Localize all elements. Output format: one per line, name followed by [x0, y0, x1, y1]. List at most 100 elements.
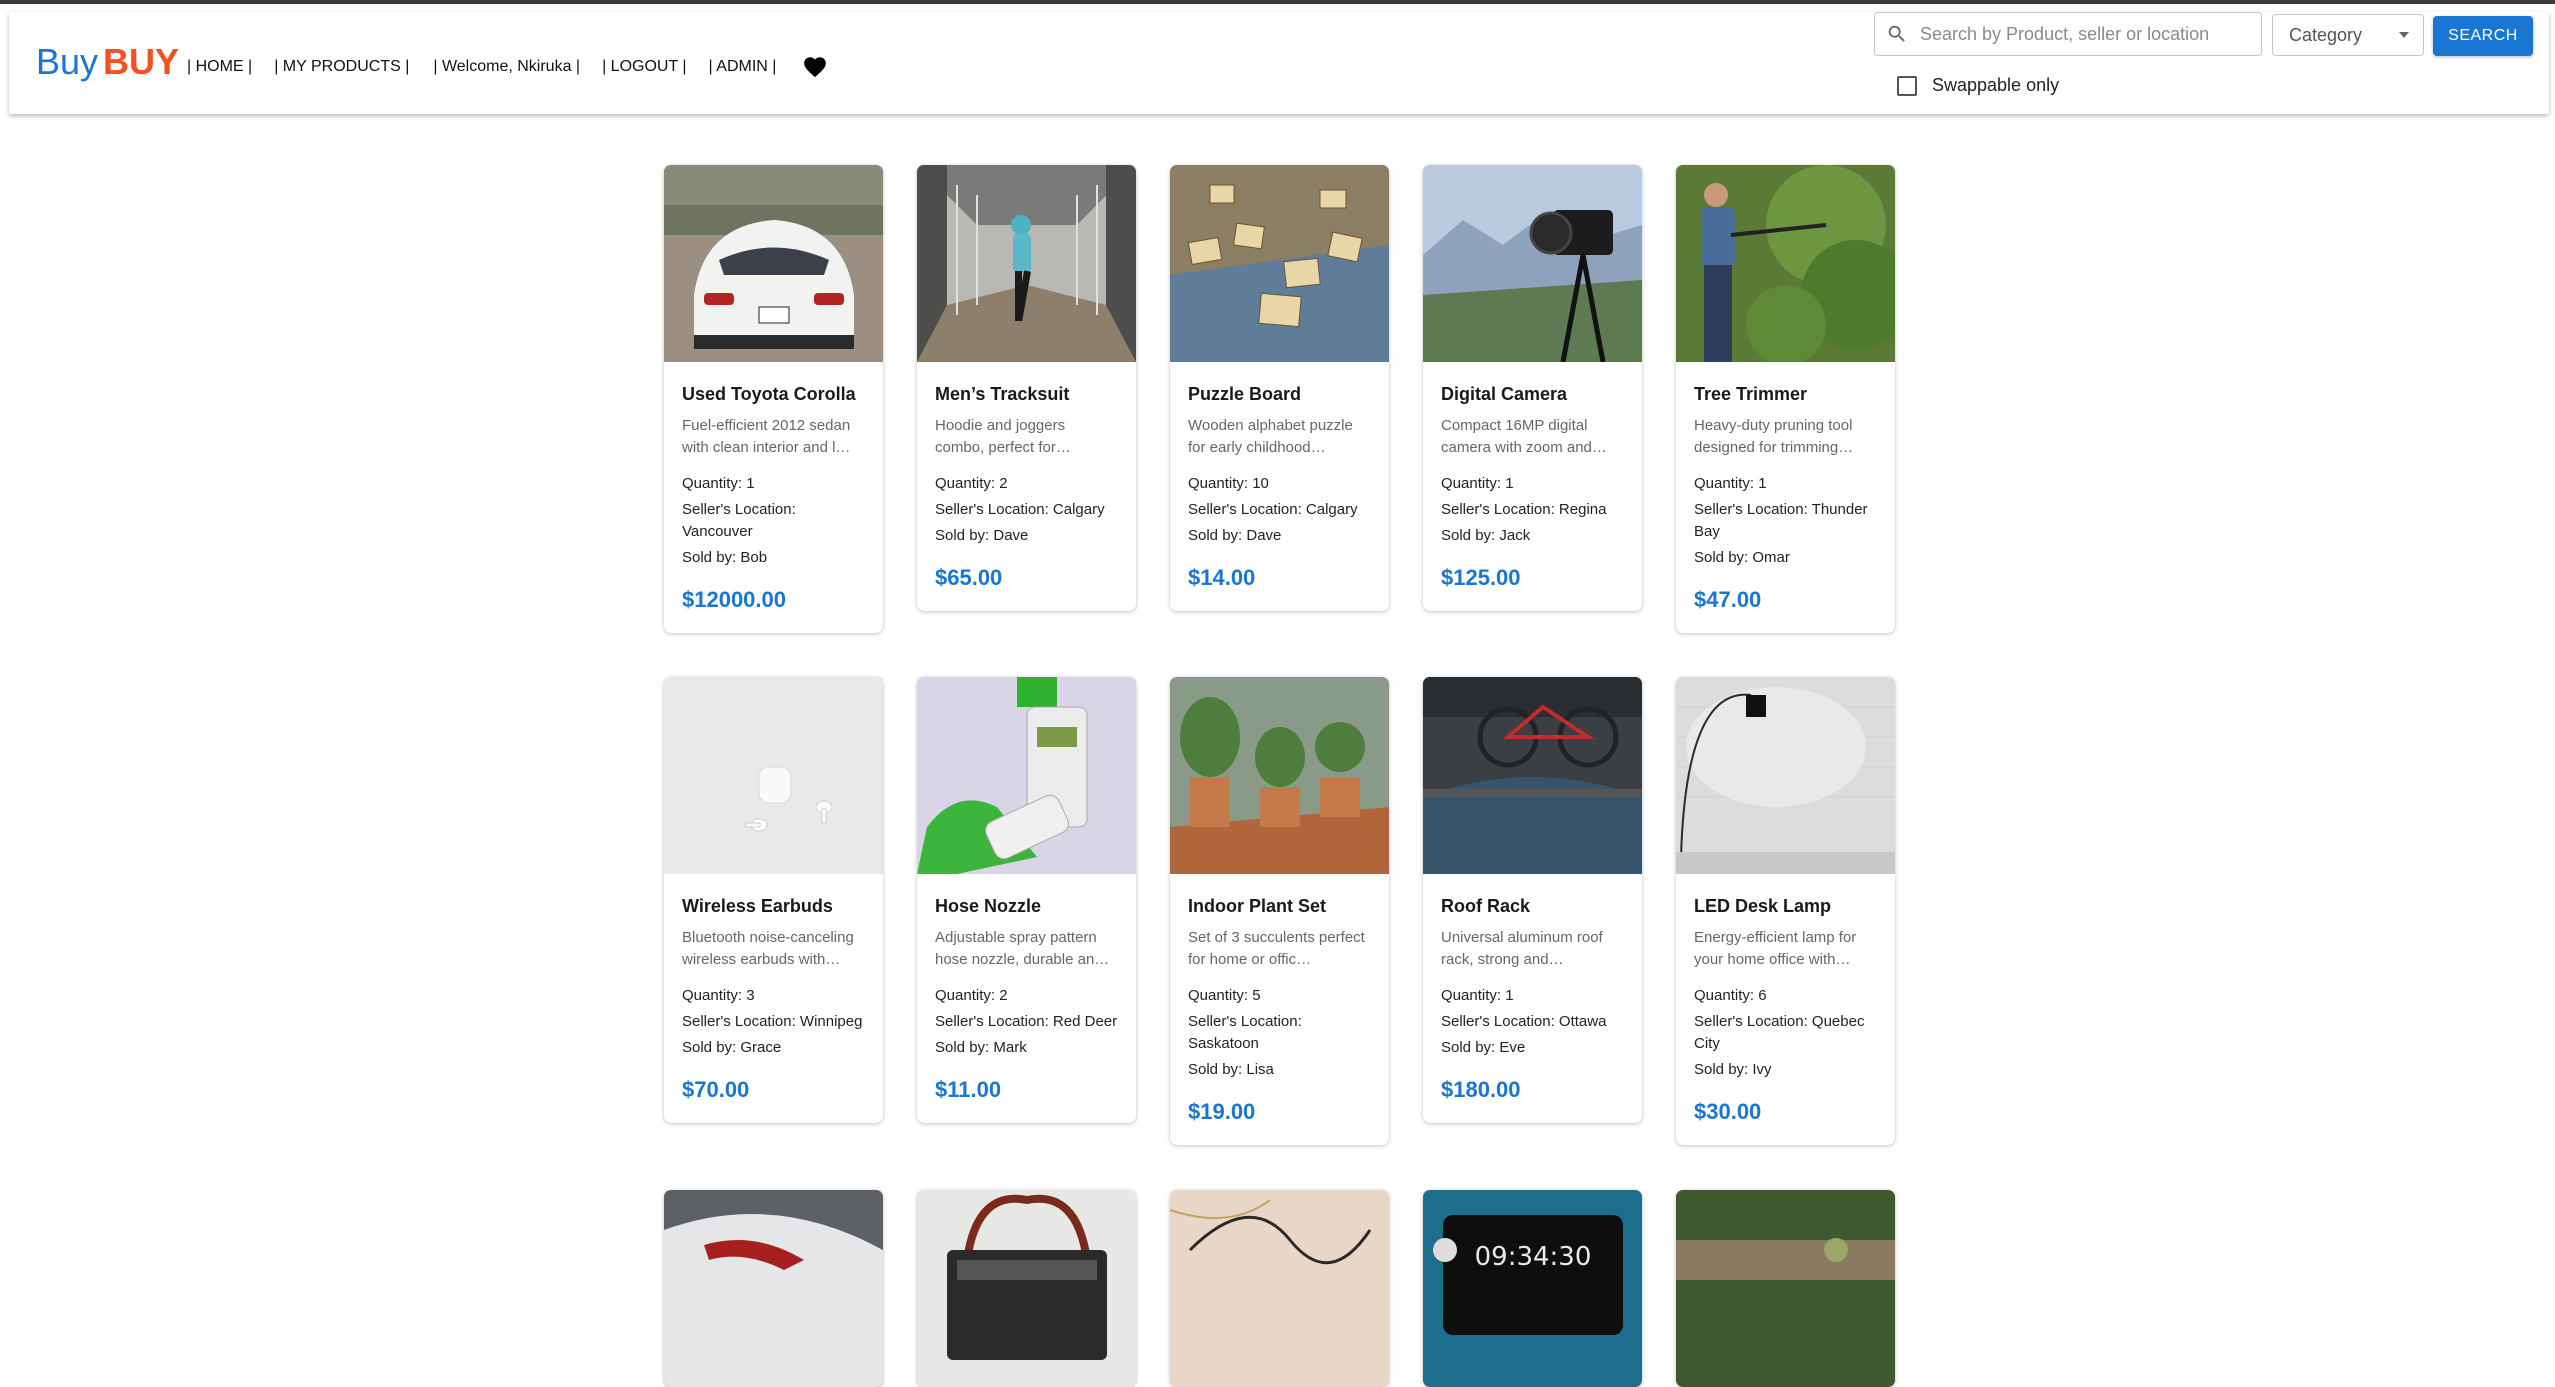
product-card[interactable]: Digital Camera Compact 16MP digital came…: [1423, 165, 1642, 611]
product-title[interactable]: Puzzle Board: [1188, 383, 1371, 405]
product-card[interactable]: Indoor Plant Set Set of 3 succulents per…: [1170, 677, 1389, 1145]
product-card[interactable]: [1676, 1190, 1895, 1387]
product-price: $65.00: [935, 565, 1003, 590]
brand-logo-part2: BUY: [103, 41, 180, 82]
product-seller: Sold by: Dave: [1188, 527, 1282, 544]
product-quantity: Quantity: 1: [682, 475, 755, 492]
favorites-heart-icon[interactable]: [802, 54, 828, 80]
product-seller: Sold by: Dave: [935, 527, 1029, 544]
search-input[interactable]: [1920, 23, 2250, 45]
lamp-photo: [1676, 677, 1895, 874]
product-card[interactable]: 09:34:30: [1423, 1190, 1642, 1387]
search-icon: [1888, 25, 1905, 42]
product-title[interactable]: Wireless Earbuds: [682, 895, 865, 917]
search-button[interactable]: SEARCH: [2433, 16, 2533, 56]
car-taillight-photo: [664, 1190, 883, 1387]
cables-photo: [1170, 1190, 1389, 1387]
product-title[interactable]: Roof Rack: [1441, 895, 1624, 917]
browser-top-edge: [0, 0, 2555, 4]
product-quantity: Quantity: 3: [682, 987, 755, 1004]
product-title[interactable]: Hose Nozzle: [935, 895, 1118, 917]
swappable-label: Swappable only: [1932, 75, 2060, 95]
product-price: $125.00: [1441, 565, 1521, 590]
product-card[interactable]: Roof Rack Universal aluminum roof rack, …: [1423, 677, 1642, 1123]
product-seller: Sold by: Ivy: [1694, 1061, 1772, 1078]
product-seller: Sold by: Bob: [682, 549, 768, 566]
product-card[interactable]: [1170, 1190, 1389, 1387]
product-location: Seller's Location: Vancouver: [682, 501, 796, 540]
product-title[interactable]: Tree Trimmer: [1694, 383, 1877, 405]
chevron-down-icon: [2399, 32, 2409, 38]
product-location: Seller's Location: Calgary: [935, 501, 1105, 518]
product-card[interactable]: Hose Nozzle Adjustable spray pattern hos…: [917, 677, 1136, 1123]
nav-logout[interactable]: | LOGOUT |: [602, 58, 686, 76]
product-title[interactable]: Indoor Plant Set: [1188, 895, 1371, 917]
product-location: Seller's Location: Winnipeg: [682, 1013, 863, 1030]
garden-photo: [1676, 1190, 1895, 1387]
car-photo: [664, 165, 883, 362]
product-description: Hoodie and joggers combo, perfect for…: [935, 417, 1071, 456]
product-title[interactable]: Digital Camera: [1441, 383, 1624, 405]
product-description: Heavy-duty pruning tool designed for tri…: [1694, 417, 1854, 456]
product-quantity: Quantity: 1: [1694, 475, 1767, 492]
product-card[interactable]: Wireless Earbuds Bluetooth noise-canceli…: [664, 677, 883, 1123]
radio-photo: [917, 1190, 1136, 1387]
product-description: Wooden alphabet puzzle for early childho…: [1188, 417, 1353, 456]
product-seller: Sold by: Mark: [935, 1039, 1027, 1056]
product-card[interactable]: Used Toyota Corolla Fuel-efficient 2012 …: [664, 165, 883, 633]
product-price: $180.00: [1441, 1077, 1521, 1102]
product-price: $70.00: [682, 1077, 750, 1102]
product-price: $12000.00: [682, 587, 786, 612]
product-quantity: Quantity: 2: [935, 987, 1008, 1004]
product-location: Seller's Location: Quebec City: [1694, 1013, 1865, 1052]
product-location: Seller's Location: Ottawa: [1441, 1013, 1607, 1030]
nav-home[interactable]: | HOME |: [187, 58, 252, 76]
product-description: Universal aluminum roof rack, strong and…: [1441, 929, 1603, 968]
product-title[interactable]: LED Desk Lamp: [1694, 895, 1877, 917]
product-card[interactable]: Men’s Tracksuit Hoodie and joggers combo…: [917, 165, 1136, 611]
product-card[interactable]: Tree Trimmer Heavy-duty pruning tool des…: [1676, 165, 1895, 633]
plants-photo: [1170, 677, 1389, 874]
product-seller: Sold by: Omar: [1694, 549, 1790, 566]
nozzle-photo: [917, 677, 1136, 874]
category-select-label: Category: [2289, 24, 2363, 45]
product-location: Seller's Location: Saskatoon: [1188, 1013, 1302, 1052]
product-card[interactable]: [917, 1190, 1136, 1387]
nav-my-products[interactable]: | MY PRODUCTS |: [274, 58, 409, 76]
product-price: $30.00: [1694, 1099, 1762, 1124]
product-price: $11.00: [935, 1077, 1002, 1102]
product-quantity: Quantity: 6: [1694, 987, 1767, 1004]
product-seller: Sold by: Grace: [682, 1039, 782, 1056]
tracksuit-photo: [917, 165, 1136, 362]
swappable-checkbox[interactable]: [1897, 75, 1917, 96]
product-quantity: Quantity: 1: [1441, 987, 1514, 1004]
swappable-only-toggle[interactable]: Swappable only: [1897, 75, 2059, 96]
search-field[interactable]: [1874, 12, 2262, 56]
product-card[interactable]: LED Desk Lamp Energy-efficient lamp for …: [1676, 677, 1895, 1145]
roofrack-photo: [1423, 677, 1642, 874]
product-location: Seller's Location: Thunder Bay: [1694, 501, 1868, 540]
product-price: $47.00: [1694, 587, 1762, 612]
product-quantity: Quantity: 5: [1188, 987, 1261, 1004]
product-description: Bluetooth noise-canceling wireless earbu…: [682, 929, 854, 968]
nav-admin[interactable]: | ADMIN |: [709, 58, 777, 76]
product-title[interactable]: Used Toyota Corolla: [682, 383, 865, 405]
product-seller: Sold by: Eve: [1441, 1039, 1526, 1056]
product-title[interactable]: Men’s Tracksuit: [935, 383, 1118, 405]
product-card[interactable]: Puzzle Board Wooden alphabet puzzle for …: [1170, 165, 1389, 611]
trimmer-photo: [1676, 165, 1895, 362]
main-nav: | HOME | | MY PRODUCTS | | Welcome, Nkir…: [187, 54, 828, 80]
brand-logo[interactable]: Buy BUY: [36, 42, 179, 82]
product-card[interactable]: [664, 1190, 883, 1387]
brand-logo-part1: Buy: [36, 41, 99, 82]
camera-photo: [1423, 165, 1642, 362]
product-price: $19.00: [1188, 1099, 1256, 1124]
site-header: Buy BUY | HOME | | MY PRODUCTS | | Welcom…: [9, 12, 2549, 114]
product-quantity: Quantity: 2: [935, 475, 1008, 492]
product-description: Adjustable spray pattern hose nozzle, du…: [935, 929, 1110, 968]
product-location: Seller's Location: Red Deer: [935, 1013, 1118, 1030]
product-location: Seller's Location: Regina: [1441, 501, 1607, 518]
category-select[interactable]: Category: [2272, 14, 2424, 56]
product-quantity: Quantity: 1: [1441, 475, 1514, 492]
product-description: Energy-efficient lamp for your home offi…: [1694, 929, 1857, 968]
